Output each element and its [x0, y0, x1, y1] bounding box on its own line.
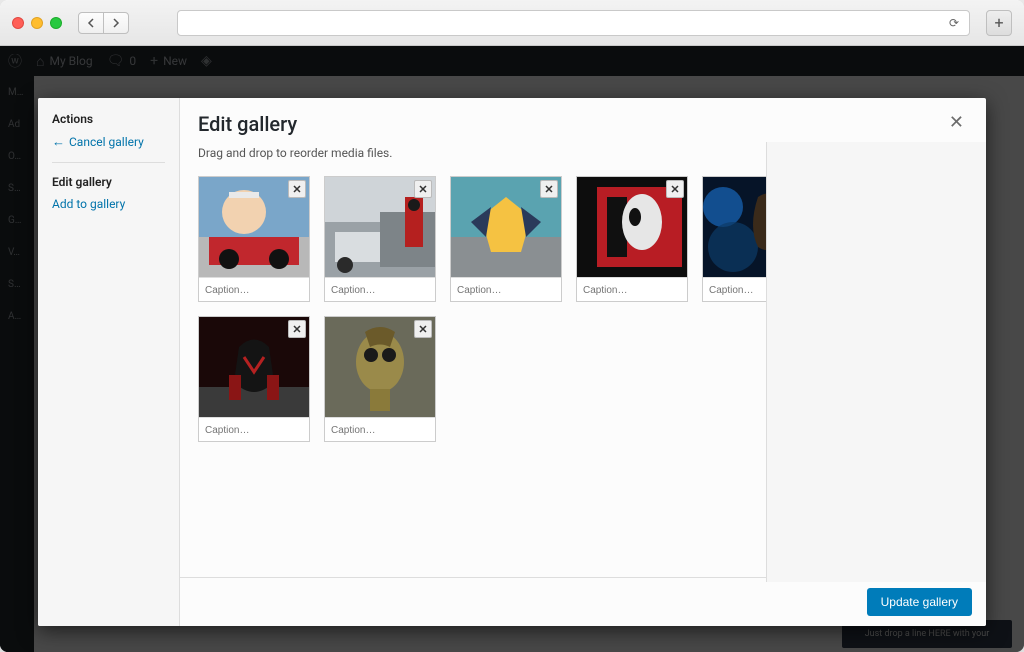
forward-button[interactable]	[103, 12, 129, 34]
traffic-lights	[12, 17, 62, 29]
gallery-thumbnail[interactable]: ✕	[577, 177, 687, 277]
remove-item-button[interactable]: ✕	[540, 180, 558, 198]
remove-item-button[interactable]: ✕	[288, 320, 306, 338]
gallery-thumbnail[interactable]: ✕	[451, 177, 561, 277]
gallery-item[interactable]: ✕	[576, 176, 688, 302]
update-gallery-button[interactable]: Update gallery	[867, 588, 972, 616]
remove-item-button[interactable]: ✕	[288, 180, 306, 198]
add-to-gallery-link[interactable]: Add to gallery	[52, 197, 165, 211]
modal-footer: Update gallery	[180, 577, 986, 626]
gallery-thumbnail[interactable]: ✕	[199, 177, 309, 277]
gallery-item[interactable]: ✕	[450, 176, 562, 302]
browser-chrome: ⟳ +	[0, 0, 1024, 46]
close-modal-button[interactable]: ✕	[945, 112, 968, 134]
cancel-gallery-link[interactable]: ← Cancel gallery	[52, 134, 165, 163]
nav-buttons	[78, 12, 129, 34]
caption-input[interactable]	[199, 420, 309, 441]
back-button[interactable]	[78, 12, 104, 34]
maximize-window-button[interactable]	[50, 17, 62, 29]
gallery-item[interactable]: ✕	[324, 176, 436, 302]
close-window-button[interactable]	[12, 17, 24, 29]
modal-main: Edit gallery ✕ Drag and drop to reorder …	[180, 98, 986, 626]
viewport: ⓦ ⌂ My Blog 🗨 0 + New ◈ M… Ad O… S… G…	[0, 46, 1024, 652]
caption-input[interactable]	[325, 420, 435, 441]
new-tab-button[interactable]: +	[986, 10, 1012, 36]
minimize-window-button[interactable]	[31, 17, 43, 29]
remove-item-button[interactable]: ✕	[666, 180, 684, 198]
close-icon: ✕	[670, 183, 679, 196]
modal-header: Edit gallery ✕	[180, 98, 986, 146]
chevron-left-icon	[87, 18, 95, 28]
close-icon: ✕	[292, 183, 301, 196]
edit-gallery-heading: Edit gallery	[52, 175, 165, 189]
gallery-item[interactable]: ✕	[198, 176, 310, 302]
close-icon: ✕	[292, 323, 301, 336]
caption-input[interactable]	[451, 280, 561, 301]
remove-item-button[interactable]: ✕	[414, 180, 432, 198]
gallery-thumbnail[interactable]: ✕	[199, 317, 309, 417]
media-modal: Actions ← Cancel gallery Edit gallery Ad…	[38, 98, 986, 626]
attachment-details-panel	[766, 166, 986, 577]
close-icon: ✕	[418, 323, 427, 336]
caption-input[interactable]	[325, 280, 435, 301]
caption-input[interactable]	[199, 280, 309, 301]
modal-title: Edit gallery	[198, 112, 297, 136]
arrow-left-icon: ←	[52, 134, 65, 150]
chevron-right-icon	[112, 18, 120, 28]
caption-input[interactable]	[577, 280, 687, 301]
remove-item-button[interactable]: ✕	[414, 320, 432, 338]
reload-icon[interactable]: ⟳	[949, 16, 959, 30]
gallery-thumbnail[interactable]: ✕	[325, 317, 435, 417]
close-icon: ✕	[418, 183, 427, 196]
plus-icon: +	[994, 13, 1003, 32]
close-icon: ✕	[949, 112, 964, 133]
gallery-item[interactable]: ✕	[198, 316, 310, 442]
close-icon: ✕	[544, 183, 553, 196]
gallery-thumbnail[interactable]: ✕	[325, 177, 435, 277]
browser-window: ⟳ + ⓦ ⌂ My Blog 🗨 0 + New ◈ M…	[0, 0, 1024, 652]
cancel-gallery-label: Cancel gallery	[69, 135, 144, 149]
modal-sidebar: Actions ← Cancel gallery Edit gallery Ad…	[38, 98, 180, 626]
url-bar[interactable]: ⟳	[177, 10, 970, 36]
actions-heading: Actions	[52, 112, 165, 126]
gallery-item[interactable]: ✕	[324, 316, 436, 442]
